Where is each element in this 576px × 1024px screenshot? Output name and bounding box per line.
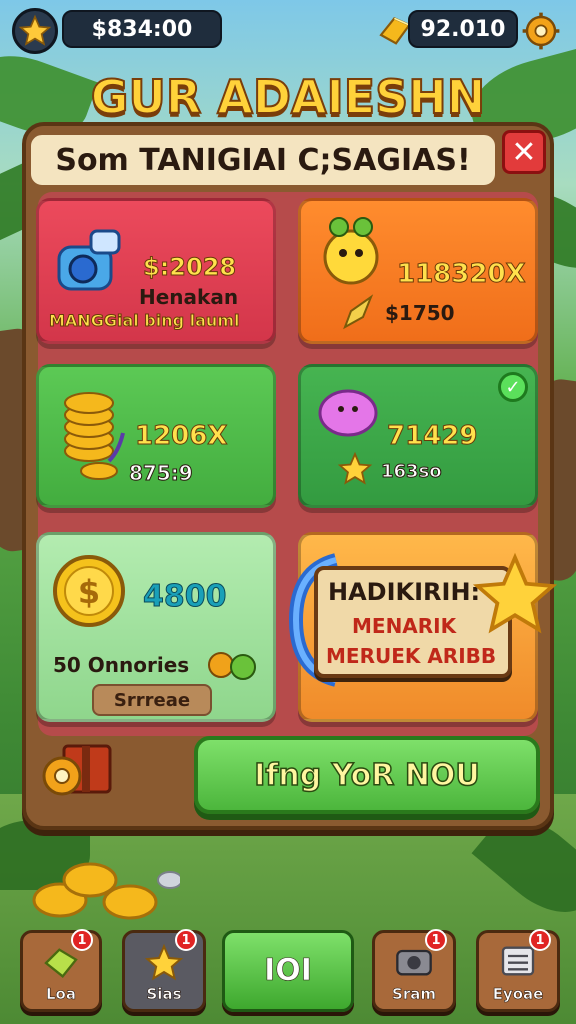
coin-stack-icon [64, 392, 125, 480]
nav-settings[interactable]: 1 Eyoae [476, 929, 560, 1012]
item-price: $:2028 [142, 253, 237, 282]
nav-label: Sias [146, 985, 182, 1004]
big-star-icon [472, 552, 558, 634]
item-value: 71429 [386, 421, 478, 452]
item-price: $1750 [385, 301, 455, 325]
banner-line2: MERUEK ARIBB [326, 644, 497, 668]
shop-item-card[interactable]: 118320X $1750 [298, 198, 538, 344]
star-icon[interactable] [12, 8, 58, 54]
shop-item-card[interactable]: $:2028 Henakan MANGGial bing lauml [36, 198, 276, 344]
nav-main[interactable]: IOI [222, 930, 354, 1012]
nav-scan[interactable]: 1 Sram [372, 929, 456, 1012]
panel-header: Som TANIGIAI C;SAGIAS! [28, 132, 498, 188]
fruit-icon [208, 652, 256, 680]
star-icon [144, 943, 184, 981]
top-bar: $834:00 92.010 [0, 0, 576, 62]
item-subtext: 50 Onnories [53, 653, 190, 677]
nav-label: Eyoae [492, 985, 544, 1004]
banner-title: HADIKIRIH: [328, 578, 481, 606]
nav-stars[interactable]: 1 Sias [122, 929, 206, 1012]
nav-label: Loa [46, 985, 77, 1004]
item-price: 163so [381, 461, 443, 483]
close-button[interactable]: ✕ [502, 130, 546, 174]
coin-pile-decoration [20, 840, 183, 930]
item-value: 4800 [143, 579, 227, 615]
play-button[interactable]: Ifng YoR NOU [194, 736, 540, 814]
banner-line1: MENARIK [352, 614, 457, 638]
item-price: 875:9 [129, 461, 194, 486]
item-value: 118320X [397, 259, 527, 290]
checkmark-icon: ✓ [498, 372, 528, 402]
settings-gear-icon[interactable] [518, 8, 564, 54]
nav-label: Sram [392, 985, 437, 1004]
item-subtext: MANGGial bing lauml [48, 311, 240, 331]
pink-creature-icon [318, 389, 378, 437]
pencil-icon [343, 294, 374, 330]
item-value: 1206X [134, 421, 228, 452]
nav-home[interactable]: 1 Loa [20, 929, 102, 1012]
gift-box-icon[interactable] [40, 738, 116, 808]
item-label: Henakan [139, 285, 239, 309]
coin-balance: $834:00 [62, 10, 222, 48]
mascot-icon [323, 217, 379, 285]
camera-robot-icon [57, 229, 121, 291]
gold-coin-icon: $ [53, 555, 125, 627]
star-icon [337, 451, 373, 485]
notification-badge: 1 [425, 929, 447, 951]
notification-badge: 1 [71, 929, 93, 951]
page-title: GUR ADAIESHN [90, 69, 487, 125]
nav-label: IOI [264, 953, 312, 989]
gem-balance: 92.010 [408, 10, 518, 48]
shop-item-card[interactable]: 1206X 875:9 [36, 364, 276, 508]
close-icon: ✕ [511, 134, 537, 170]
svg-text:$: $ [78, 573, 100, 611]
notification-badge: 1 [175, 929, 197, 951]
spend-button[interactable]: Srrreae [92, 684, 212, 716]
notification-badge: 1 [529, 929, 551, 951]
